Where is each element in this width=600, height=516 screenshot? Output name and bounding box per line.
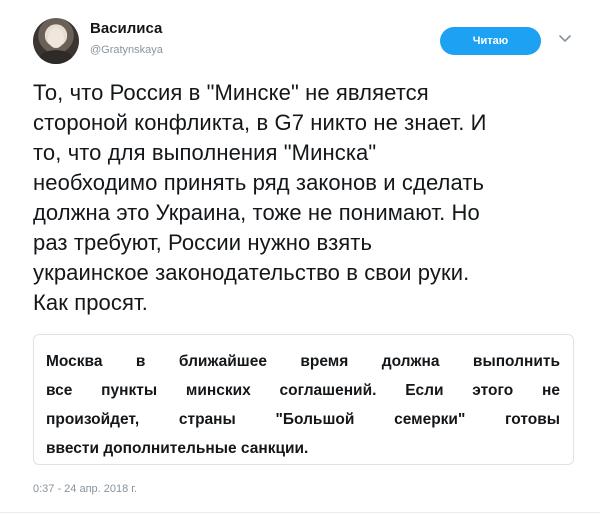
quote-card[interactable]: Москва в ближайшее время должна выполнит… xyxy=(33,334,574,465)
quote-line: Москва в ближайшее время должна выполнит… xyxy=(46,353,560,370)
display-name[interactable]: Василиса xyxy=(90,20,162,37)
tweet-line: украинское законодательство в свои руки. xyxy=(33,260,470,285)
quote-line: все пункты минских соглашений. Если этог… xyxy=(46,382,560,399)
tweet-line: должна это Украина, тоже не понимают. Но xyxy=(33,200,480,225)
quote-line: произойдет, страны "Большой семерки" гот… xyxy=(46,411,560,428)
tweet-text: То, что Россия в "Минске" не является ст… xyxy=(33,78,588,318)
avatar-shoulders xyxy=(39,50,73,64)
avatar-face xyxy=(48,28,64,48)
tweet-line: то, что для выполнения "Минска" xyxy=(33,140,377,165)
tweet-line: То, что Россия в "Минске" не является xyxy=(33,80,429,105)
tweet-line: раз требуют, России нужно взять xyxy=(33,230,373,255)
user-handle[interactable]: @Gratynskaya xyxy=(90,44,163,56)
divider xyxy=(0,512,600,513)
following-button[interactable]: Читаю xyxy=(440,27,541,55)
chevron-down-icon[interactable] xyxy=(558,33,572,45)
timestamp[interactable]: 0:37 - 24 апр. 2018 г. xyxy=(33,483,137,495)
avatar[interactable] xyxy=(33,18,79,64)
quote-text: Москва в ближайшее время должна выполнит… xyxy=(46,347,560,463)
tweet-line: Как просят. xyxy=(33,290,148,315)
tweet-line: необходимо принять ряд законов и сделать xyxy=(33,170,485,195)
quote-line: ввести дополнительные санкции. xyxy=(46,440,309,457)
tweet-line: стороной конфликта, в G7 никто не знает.… xyxy=(33,110,487,135)
tweet: Василиса @Gratynskaya Читаю То, что Росс… xyxy=(0,0,600,516)
